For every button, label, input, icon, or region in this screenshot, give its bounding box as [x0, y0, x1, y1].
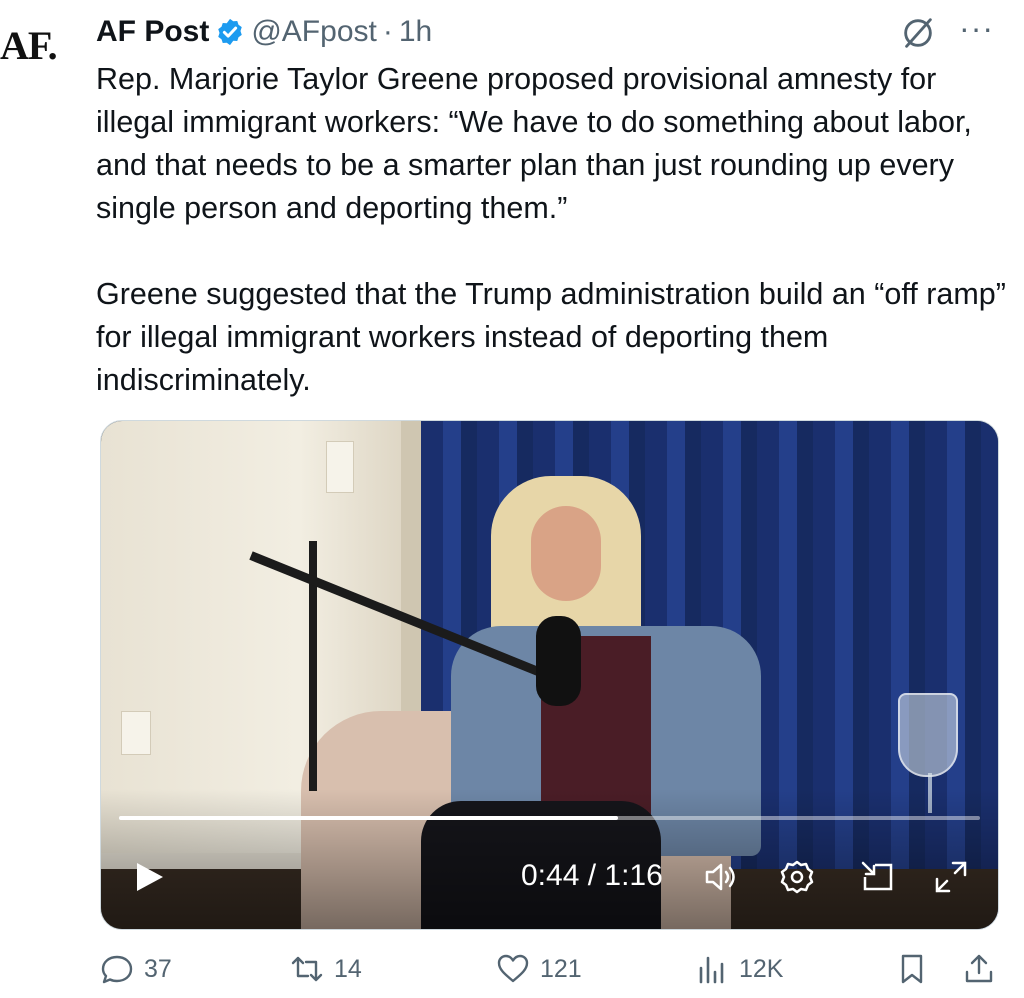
- video-player[interactable]: 0:44 / 1:16: [100, 420, 999, 930]
- video-timecode: 0:44 / 1:16: [521, 859, 663, 892]
- like-icon: [497, 954, 529, 983]
- settings-icon[interactable]: [777, 857, 817, 897]
- verified-badge-icon[interactable]: [215, 17, 245, 47]
- fullscreen-icon[interactable]: [931, 857, 971, 897]
- header-actions: ···: [899, 12, 994, 52]
- pip-icon[interactable]: [857, 857, 897, 897]
- share-icon: [965, 954, 993, 983]
- handle[interactable]: @AFpost: [251, 15, 377, 49]
- views-count: 12K: [739, 954, 784, 983]
- microphone: [536, 616, 581, 706]
- wall-outlet: [121, 711, 151, 755]
- play-icon[interactable]: [131, 859, 167, 895]
- more-icon[interactable]: ···: [959, 12, 994, 44]
- person-face: [531, 506, 601, 601]
- video-controls: 0:44 / 1:16: [101, 847, 998, 903]
- post-header: AF Post @AFpost · 1h: [96, 12, 432, 52]
- video-progress-fill: [119, 816, 618, 820]
- post-paragraph-1: Rep. Marjorie Taylor Greene proposed pro…: [96, 62, 972, 225]
- repost-count: 14: [334, 954, 362, 983]
- volume-icon[interactable]: [701, 857, 741, 897]
- like-count: 121: [540, 954, 582, 983]
- views-button[interactable]: 12K: [695, 952, 783, 986]
- reply-count: 37: [144, 954, 172, 983]
- post-actions: 37 14 121 12K: [100, 952, 1000, 998]
- water-glass: [898, 693, 958, 777]
- repost-icon: [291, 956, 323, 982]
- video-progress-bar[interactable]: [119, 816, 980, 820]
- post-paragraph-2: Greene suggested that the Trump administ…: [96, 277, 1006, 397]
- light-switch: [326, 441, 354, 493]
- share-button[interactable]: [962, 952, 996, 986]
- views-icon: [699, 956, 724, 984]
- reply-button[interactable]: 37: [100, 952, 172, 986]
- grok-icon[interactable]: [899, 14, 937, 52]
- avatar[interactable]: AF.: [0, 22, 80, 92]
- post-text: Rep. Marjorie Taylor Greene proposed pro…: [96, 58, 1006, 402]
- repost-button[interactable]: 14: [290, 952, 362, 986]
- bookmark-icon: [901, 954, 923, 984]
- like-button[interactable]: 121: [496, 952, 582, 986]
- bookmark-button[interactable]: [895, 952, 929, 986]
- post-time[interactable]: 1h: [399, 15, 432, 49]
- display-name[interactable]: AF Post: [96, 15, 209, 49]
- separator-dot: ·: [382, 15, 393, 48]
- reply-icon: [101, 955, 133, 984]
